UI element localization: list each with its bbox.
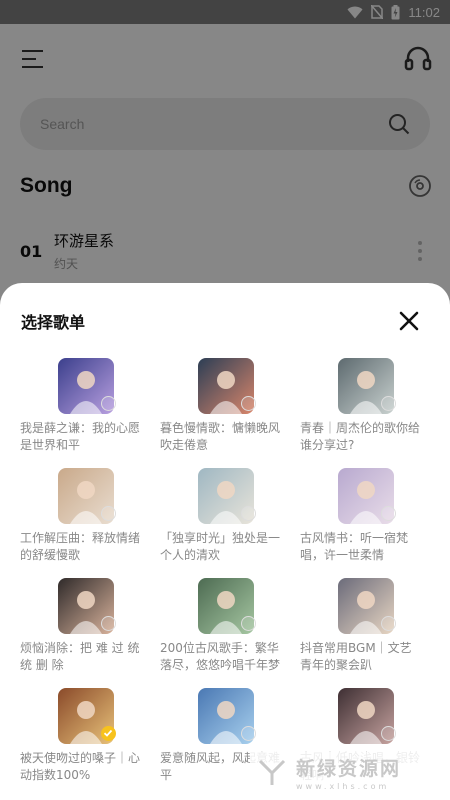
playlist-label: 被天使吻过的嗓子｜心动指数100% <box>20 751 141 782</box>
playlist-card[interactable]: 烦恼消除：把 难 过 统统 删 除 <box>20 578 160 674</box>
playlist-label: 暮色慢情歌：慵懒晚风吹走倦意 <box>160 421 281 452</box>
unchecked-circle-icon[interactable] <box>381 726 396 741</box>
unchecked-circle-icon[interactable] <box>241 616 256 631</box>
checked-icon[interactable] <box>101 726 116 741</box>
playlist-card[interactable]: 暮色慢情歌：慵懒晚风吹走倦意 <box>160 358 300 454</box>
unchecked-circle-icon[interactable] <box>381 616 396 631</box>
sheet-header: 选择歌单 <box>0 283 450 333</box>
playlist-label: 我是薛之谦：我的心愿是世界和平 <box>20 421 141 452</box>
playlist-card[interactable]: 我是薛之谦：我的心愿是世界和平 <box>20 358 160 454</box>
playlist-label: 青春｜周杰伦的歌你给谁分享过? <box>300 421 421 452</box>
unchecked-circle-icon[interactable] <box>241 726 256 741</box>
unchecked-circle-icon[interactable] <box>241 396 256 411</box>
playlist-grid: 我是薛之谦：我的心愿是世界和平 暮色慢情歌：慵懒晚风吹走倦意 青春｜周杰伦的歌你给谁… <box>0 333 450 784</box>
playlist-card[interactable]: 古风情书：听一宿梵唱，许一世柔情 <box>300 468 440 564</box>
unchecked-circle-icon[interactable] <box>381 396 396 411</box>
playlist-label: 古风情书：听一宿梵唱，许一世柔情 <box>300 531 409 562</box>
watermark-text: 新绿资源网 <box>296 757 402 780</box>
playlist-card[interactable]: 抖音常用BGM｜文艺青年的聚会趴 <box>300 578 440 674</box>
watermark: 新绿资源网 www.xlhs.com <box>250 752 430 792</box>
unchecked-circle-icon[interactable] <box>381 506 396 521</box>
unchecked-circle-icon[interactable] <box>101 506 116 521</box>
playlist-label: 工作解压曲：释放情绪的舒缓慢歌 <box>20 531 141 562</box>
playlist-card[interactable]: 「独享时光」独处是一个人的清欢 <box>160 468 300 564</box>
watermark-url: www.xlhs.com <box>296 781 390 791</box>
playlist-card[interactable]: 工作解压曲：释放情绪的舒缓慢歌 <box>20 468 160 564</box>
playlist-label: 200位古风歌手：繁华落尽，悠悠吟唱千年梦 <box>160 641 281 672</box>
watermark-logo-icon <box>258 759 286 785</box>
playlist-label: 「独享时光」独处是一个人的清欢 <box>160 531 281 562</box>
unchecked-circle-icon[interactable] <box>241 506 256 521</box>
close-icon[interactable] <box>398 310 420 332</box>
playlist-card[interactable]: 被天使吻过的嗓子｜心动指数100% <box>20 688 160 784</box>
sheet-title: 选择歌单 <box>21 313 86 332</box>
select-playlist-sheet: 选择歌单 我是薛之谦：我的心愿是世界和平 暮色慢情歌：慵懒晚风吹走倦意 青春｜周杰伦… <box>0 283 450 800</box>
playlist-label: 烦恼消除：把 难 过 统统 删 除 <box>20 641 140 672</box>
playlist-card[interactable]: 青春｜周杰伦的歌你给谁分享过? <box>300 358 440 454</box>
playlist-card[interactable]: 200位古风歌手：繁华落尽，悠悠吟唱千年梦 <box>160 578 300 674</box>
playlist-label: 抖音常用BGM｜文艺青年的聚会趴 <box>300 641 412 672</box>
unchecked-circle-icon[interactable] <box>101 616 116 631</box>
unchecked-circle-icon[interactable] <box>101 396 116 411</box>
